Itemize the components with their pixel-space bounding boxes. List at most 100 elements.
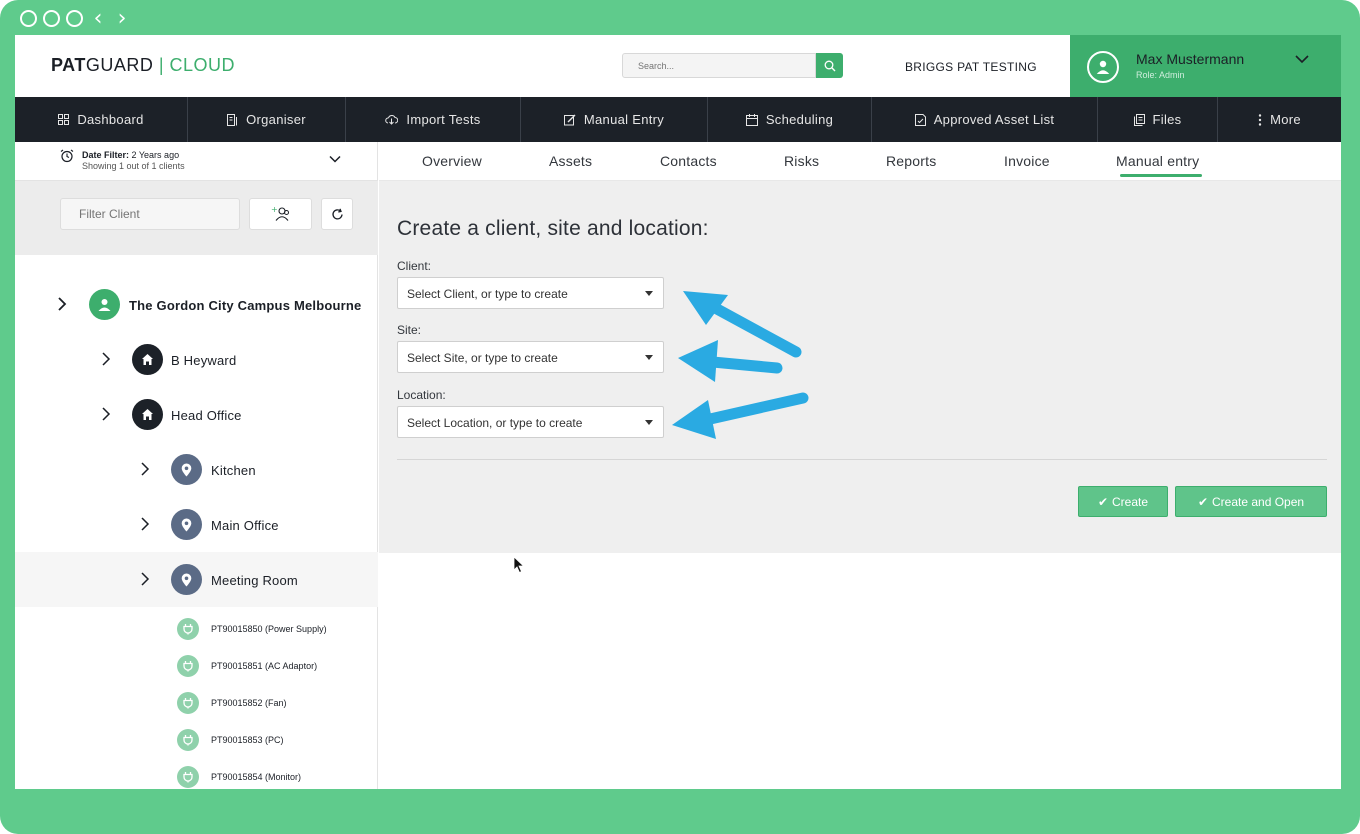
location-pin-icon [171, 564, 202, 595]
create-button-label: Create [1112, 494, 1149, 509]
window-circle-icon[interactable] [20, 10, 37, 27]
plug-icon [177, 692, 199, 714]
caret-down-icon [645, 291, 653, 296]
caret-down-icon [645, 355, 653, 360]
tab-reports[interactable]: Reports [886, 153, 936, 169]
nav-label: Approved Asset List [933, 112, 1055, 127]
tree-asset[interactable]: PT90015853 (PC) [15, 723, 378, 760]
logo-guard: GUARD [85, 55, 154, 75]
logo-separator: | [153, 55, 170, 75]
search-icon [824, 60, 835, 71]
location-pin-icon [171, 509, 202, 540]
search-button[interactable] [816, 53, 843, 78]
tree-asset[interactable]: PT90015854 (Monitor) [15, 760, 378, 789]
calendar-icon [745, 113, 758, 126]
sidebar: Date Filter: 2 Years ago Showing 1 out o… [15, 142, 378, 789]
tree-location[interactable]: Meeting Room [15, 552, 378, 607]
forward-chevron-icon[interactable]: › [113, 8, 131, 30]
tabs-bar: Overview Assets Contacts Risks Reports I… [379, 142, 1341, 181]
asset-label: PT90015851 (AC Adaptor) [211, 661, 318, 671]
back-chevron-icon[interactable]: ‹ [89, 8, 107, 30]
chevron-right-icon[interactable] [57, 297, 67, 311]
refresh-button[interactable] [321, 198, 353, 230]
tree-site[interactable]: Head Office [15, 387, 378, 442]
tab-manual-entry[interactable]: Manual entry [1116, 153, 1199, 169]
nav-more[interactable]: More [1218, 97, 1341, 142]
add-client-button[interactable]: + [249, 198, 312, 230]
chevron-right-icon[interactable] [140, 572, 150, 586]
tree-location[interactable]: Main Office [15, 497, 378, 552]
user-avatar-icon [1087, 51, 1119, 83]
user-menu[interactable]: Max Mustermann Role: Admin [1070, 35, 1341, 97]
nav-label: Scheduling [765, 112, 834, 127]
company-name[interactable]: BRIGGS PAT TESTING [905, 60, 1037, 74]
organiser-icon [227, 113, 238, 126]
check-icon: ✔ [1097, 494, 1109, 509]
site-select-text: Select Site, or type to create [407, 351, 558, 365]
refresh-icon [331, 208, 343, 219]
alarm-clock-icon [60, 149, 74, 163]
tree-site[interactable]: B Heyward [15, 332, 378, 387]
tree-asset[interactable]: PT90015850 (Power Supply) [15, 612, 378, 649]
svg-text:+: + [271, 206, 278, 214]
chevron-right-icon[interactable] [140, 462, 150, 476]
chevron-right-icon[interactable] [140, 517, 150, 531]
nav-dashboard[interactable]: Dashboard [15, 97, 188, 142]
filter-client-input[interactable] [60, 198, 240, 230]
form-divider [397, 459, 1327, 460]
search-input[interactable] [622, 53, 816, 78]
date-filter-value: 2 Years ago [131, 150, 180, 160]
tree-asset[interactable]: PT90015852 (Fan) [15, 686, 378, 723]
plug-icon [177, 655, 199, 677]
client-select[interactable]: Select Client, or type to create [397, 277, 664, 309]
tab-risks[interactable]: Risks [784, 153, 819, 169]
chevron-right-icon[interactable] [101, 407, 111, 421]
main-nav: Dashboard Organiser Import Tests Manual … [15, 97, 1341, 142]
site-select[interactable]: Select Site, or type to create [397, 341, 664, 373]
tab-overview[interactable]: Overview [422, 153, 482, 169]
nav-import-tests[interactable]: Import Tests [346, 97, 521, 142]
asset-label: PT90015854 (Monitor) [211, 772, 302, 782]
nav-manual-entry[interactable]: Manual Entry [521, 97, 708, 142]
client-name: The Gordon City Campus Melbourne [129, 298, 362, 313]
nav-label: More [1270, 112, 1301, 127]
nav-label: Files [1152, 112, 1182, 127]
tab-invoice[interactable]: Invoice [1004, 153, 1050, 169]
date-filter-label: Date Filter: [82, 150, 130, 160]
mouse-cursor-icon [513, 556, 525, 574]
tree-location[interactable]: Kitchen [15, 442, 378, 497]
check-icon: ✔ [1197, 494, 1208, 509]
nav-files[interactable]: Files [1098, 97, 1218, 142]
tree-asset[interactable]: PT90015851 (AC Adaptor) [15, 649, 378, 686]
create-and-open-button[interactable]: ✔ Create and Open [1175, 486, 1327, 517]
nav-label: Manual Entry [583, 112, 665, 127]
header: PATGUARD | CLOUD BRIGGS PAT TESTING Max … [15, 35, 1341, 97]
edit-icon [563, 114, 576, 125]
client-label: Client: [397, 259, 432, 273]
chevron-right-icon[interactable] [101, 352, 111, 366]
location-name: Main Office [211, 518, 279, 533]
plug-icon [177, 766, 199, 788]
tab-contacts[interactable]: Contacts [660, 153, 717, 169]
import-icon [385, 115, 399, 125]
tree-client[interactable]: The Gordon City Campus Melbourne [15, 277, 378, 332]
tab-assets[interactable]: Assets [549, 153, 592, 169]
chevron-down-icon[interactable] [329, 154, 341, 164]
app-window: PATGUARD | CLOUD BRIGGS PAT TESTING Max … [15, 35, 1341, 789]
date-filter[interactable]: Date Filter: 2 Years ago Showing 1 out o… [15, 142, 378, 181]
location-select[interactable]: Select Location, or type to create [397, 406, 664, 438]
logo-cloud: CLOUD [169, 55, 236, 75]
location-name: Meeting Room [211, 573, 298, 588]
nav-scheduling[interactable]: Scheduling [708, 97, 872, 142]
asset-label: PT90015850 (Power Supply) [211, 624, 327, 634]
site-home-icon [132, 399, 163, 430]
chevron-down-icon[interactable] [1295, 53, 1309, 65]
create-button[interactable]: ✔ Create [1078, 486, 1168, 517]
nav-approved-asset-list[interactable]: Approved Asset List [872, 97, 1098, 142]
window-circle-icon[interactable] [43, 10, 60, 27]
logo[interactable]: PATGUARD | CLOUD [51, 55, 235, 76]
files-icon [1133, 113, 1145, 126]
nav-organiser[interactable]: Organiser [188, 97, 346, 142]
list-icon [914, 113, 926, 126]
window-circle-icon[interactable] [66, 10, 83, 27]
